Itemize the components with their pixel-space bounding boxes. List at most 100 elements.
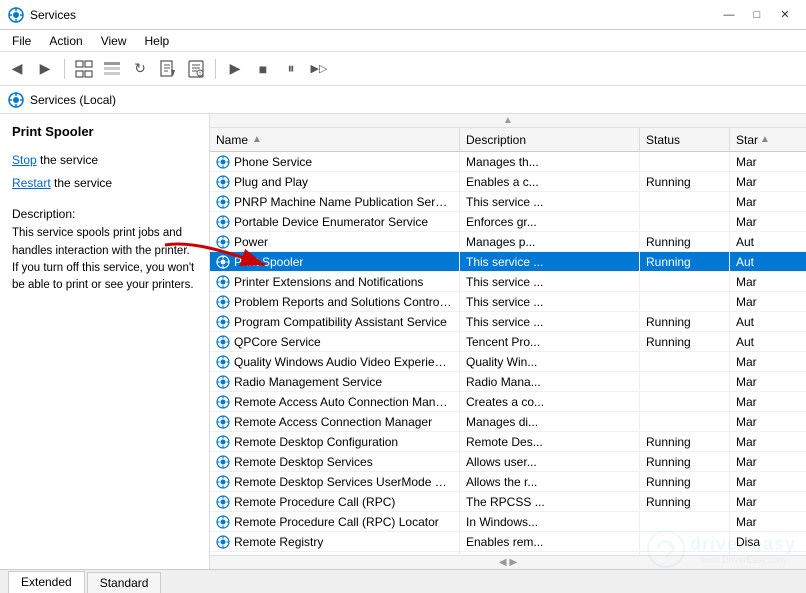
maximize-button[interactable]: □: [744, 5, 770, 25]
table-row[interactable]: Program Compatibility Assistant ServiceT…: [210, 312, 806, 332]
table-row[interactable]: Quality Windows Audio Video ExperienceQu…: [210, 352, 806, 372]
service-startup-cell: Mar: [730, 272, 806, 291]
service-name: Remote Access Auto Connection Manager: [234, 395, 453, 409]
service-startup-cell: Mar: [730, 292, 806, 311]
service-status-cell: Running: [640, 232, 730, 251]
left-panel-title: Print Spooler: [12, 124, 197, 139]
table-row[interactable]: Print SpoolerThis service ...RunningAut: [210, 252, 806, 272]
service-icon: [216, 235, 230, 249]
service-name: Problem Reports and Solutions Control Pa…: [234, 295, 453, 309]
service-status-cell: Running: [640, 172, 730, 191]
console-tree-button[interactable]: [71, 56, 97, 82]
start-service-button[interactable]: ▶: [222, 56, 248, 82]
table-row[interactable]: Radio Management ServiceRadio Mana...Mar: [210, 372, 806, 392]
service-name-cell: Remote Procedure Call (RPC): [210, 492, 460, 511]
menu-item-help[interactable]: Help: [137, 32, 178, 50]
back-button[interactable]: ◀: [4, 56, 30, 82]
service-startup-cell: Mar: [730, 412, 806, 431]
service-description-cell: In Windows...: [460, 512, 640, 531]
service-name: Power: [234, 235, 268, 249]
table-row[interactable]: QPCore ServiceTencent Pro...RunningAut: [210, 332, 806, 352]
resume-service-button[interactable]: ▶▷: [306, 56, 332, 82]
table-row[interactable]: Phone ServiceManages th...Mar: [210, 152, 806, 172]
refresh-button[interactable]: ↻: [127, 56, 153, 82]
service-name-cell: Power: [210, 232, 460, 251]
service-startup-cell: Aut: [730, 312, 806, 331]
sort-arrow: ▲: [252, 134, 262, 145]
window-controls: — □ ✕: [716, 5, 798, 25]
service-icon: [216, 175, 230, 189]
horizontal-scroll[interactable]: ◀ ▶: [210, 555, 806, 569]
export-button[interactable]: [155, 56, 181, 82]
table-row[interactable]: Remote Access Auto Connection ManagerCre…: [210, 392, 806, 412]
minimize-button[interactable]: —: [716, 5, 742, 25]
table-row[interactable]: Portable Device Enumerator ServiceEnforc…: [210, 212, 806, 232]
service-name-cell: Printer Extensions and Notifications: [210, 272, 460, 291]
pause-service-button[interactable]: ⏸: [278, 56, 304, 82]
restart-service-action: Restart the service: [12, 174, 197, 193]
menu-item-action[interactable]: Action: [41, 32, 90, 50]
col-name[interactable]: Name ▲: [210, 128, 460, 151]
table-row[interactable]: Remote Procedure Call (RPC) LocatorIn Wi…: [210, 512, 806, 532]
table-row[interactable]: Remote Procedure Call (RPC)The RPCSS ...…: [210, 492, 806, 512]
right-panel: ▲ Name ▲ Description Status Star: [210, 114, 806, 569]
service-icon: [216, 395, 230, 409]
stop-service-link[interactable]: Stop: [12, 153, 37, 167]
service-name-cell: Print Spooler: [210, 252, 460, 271]
table-row[interactable]: Remote Access Connection ManagerManages …: [210, 412, 806, 432]
service-name-cell: Remote Desktop Services: [210, 452, 460, 471]
service-status-cell: [640, 272, 730, 291]
table-row[interactable]: PNRP Machine Name Publication ServiceThi…: [210, 192, 806, 212]
service-description-cell: This service ...: [460, 272, 640, 291]
service-status-cell: [640, 392, 730, 411]
service-name-cell: Remote Desktop Services UserMode Port Re…: [210, 472, 460, 491]
description-label: Description:: [12, 207, 197, 221]
service-description-cell: Manages p...: [460, 232, 640, 251]
service-icon: [216, 435, 230, 449]
service-description-cell: This service ...: [460, 292, 640, 311]
stop-service-action: Stop the service: [12, 151, 197, 170]
tab-extended[interactable]: Extended: [8, 571, 85, 593]
service-name-cell: Remote Access Auto Connection Manager: [210, 392, 460, 411]
service-status-cell: Running: [640, 312, 730, 331]
forward-button[interactable]: ▶: [32, 56, 58, 82]
scroll-up-indicator: ▲: [210, 114, 806, 128]
service-icon: [216, 255, 230, 269]
stop-service-button[interactable]: ■: [250, 56, 276, 82]
table-row[interactable]: Plug and PlayEnables a c...RunningMar: [210, 172, 806, 192]
detail-view-button[interactable]: [99, 56, 125, 82]
table-row[interactable]: Remote Desktop ServicesAllows user...Run…: [210, 452, 806, 472]
menu-item-view[interactable]: View: [93, 32, 135, 50]
service-name: QPCore Service: [234, 335, 321, 349]
table-row[interactable]: PowerManages p...RunningAut: [210, 232, 806, 252]
table-row[interactable]: Remote Desktop ConfigurationRemote Des..…: [210, 432, 806, 452]
tab-standard[interactable]: Standard: [87, 572, 162, 593]
table-row[interactable]: Remote RegistryEnables rem...Disa: [210, 532, 806, 552]
service-icon: [216, 455, 230, 469]
service-name: Remote Desktop Services: [234, 455, 373, 469]
service-status-cell: [640, 412, 730, 431]
service-status-cell: Running: [640, 432, 730, 451]
service-icon: [216, 215, 230, 229]
service-name-cell: QPCore Service: [210, 332, 460, 351]
service-name-cell: Remote Registry: [210, 532, 460, 551]
service-status-cell: Running: [640, 492, 730, 511]
table-row[interactable]: Problem Reports and Solutions Control Pa…: [210, 292, 806, 312]
service-status-cell: [640, 152, 730, 171]
service-name: Radio Management Service: [234, 375, 382, 389]
title-bar-text: Services: [30, 8, 76, 22]
col-startup[interactable]: Star ▲: [730, 128, 806, 151]
close-button[interactable]: ✕: [772, 5, 798, 25]
service-description-cell: Enforces gr...: [460, 212, 640, 231]
service-icon: [216, 535, 230, 549]
table-row[interactable]: Remote Desktop Services UserMode Port Re…: [210, 472, 806, 492]
properties-button[interactable]: [183, 56, 209, 82]
table-row[interactable]: Printer Extensions and NotificationsThis…: [210, 272, 806, 292]
service-name: PNRP Machine Name Publication Service: [234, 195, 453, 209]
service-icon: [216, 315, 230, 329]
col-description[interactable]: Description: [460, 128, 640, 151]
menu-item-file[interactable]: File: [4, 32, 39, 50]
col-status[interactable]: Status: [640, 128, 730, 151]
service-startup-cell: Mar: [730, 352, 806, 371]
restart-service-link[interactable]: Restart: [12, 176, 51, 190]
